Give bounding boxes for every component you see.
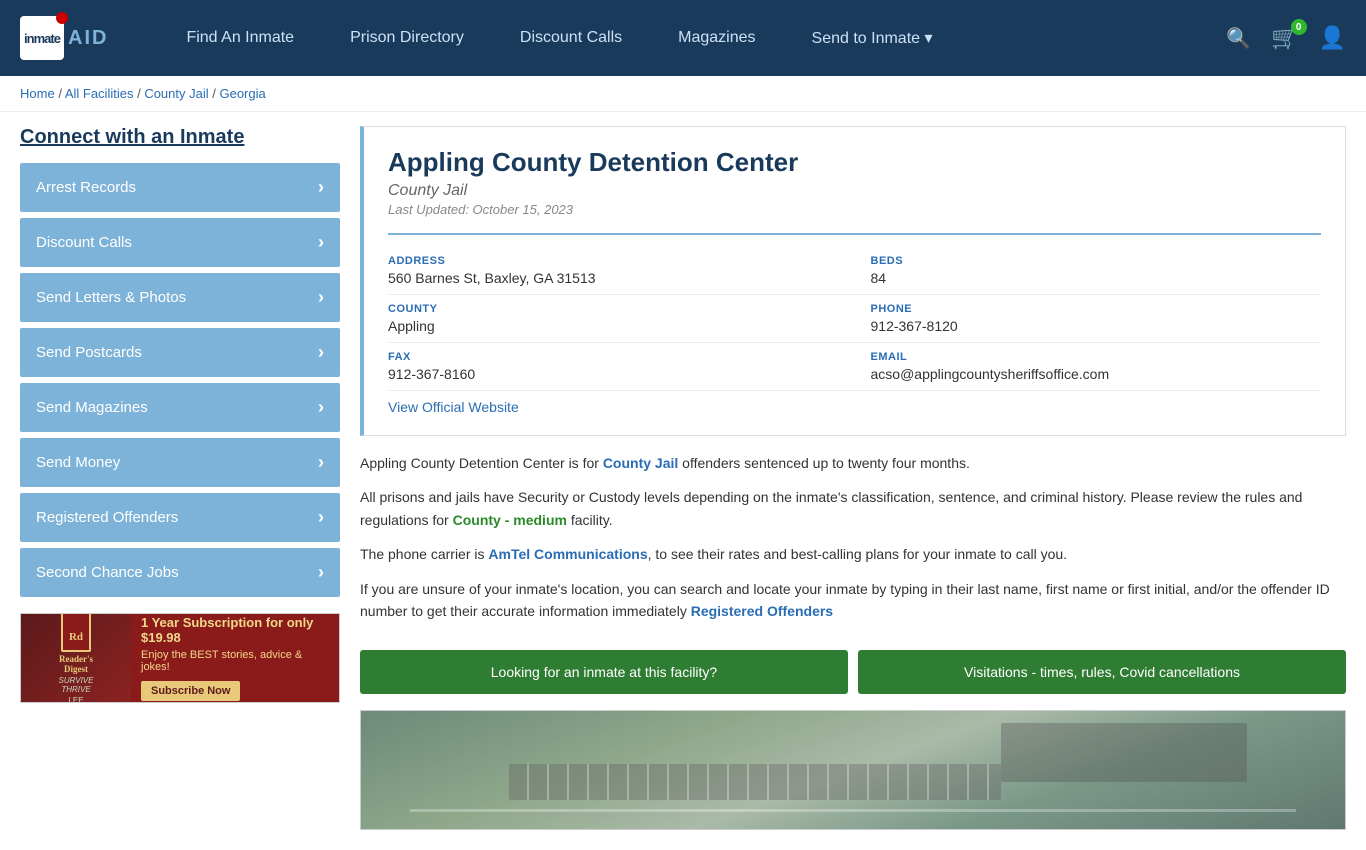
- fax-value: 912-367-8160: [388, 366, 855, 382]
- breadcrumb: Home / All Facilities / County Jail / Ge…: [0, 76, 1366, 112]
- desc-1-end: offenders sentenced up to twenty four mo…: [678, 455, 970, 471]
- cart-badge: 0: [1291, 19, 1307, 35]
- arrow-icon: ›: [318, 452, 324, 473]
- arrow-icon: ›: [318, 287, 324, 308]
- county-jail-link[interactable]: County Jail: [603, 455, 678, 471]
- phone-label: PHONE: [871, 303, 1322, 315]
- breadcrumb-county-jail[interactable]: County Jail: [144, 86, 208, 101]
- facility-name: Appling County Detention Center: [388, 147, 1321, 178]
- fax-label: FAX: [388, 351, 855, 363]
- sidebar-item-send-magazines[interactable]: Send Magazines ›: [20, 383, 340, 432]
- sidebar-item-discount-calls[interactable]: Discount Calls ›: [20, 218, 340, 267]
- visitations-cta-button[interactable]: Visitations - times, rules, Covid cancel…: [858, 650, 1346, 694]
- ad-subscribe-button[interactable]: Subscribe Now: [141, 681, 240, 701]
- discount-calls-link[interactable]: Discount Calls: [492, 29, 650, 47]
- nav-icons: 🔍 🛒 0 👤: [1226, 25, 1346, 51]
- logo[interactable]: inmate AID: [20, 16, 108, 60]
- desc-2-end: facility.: [567, 512, 613, 528]
- sidebar-item-second-chance-jobs[interactable]: Second Chance Jobs ›: [20, 548, 340, 597]
- user-icon[interactable]: 👤: [1319, 25, 1346, 51]
- county-label: COUNTY: [388, 303, 855, 315]
- address-value: 560 Barnes St, Baxley, GA 31513: [388, 270, 855, 286]
- nav-links: Find An Inmate Prison Directory Discount…: [158, 28, 1226, 48]
- sidebar-item-registered-offenders[interactable]: Registered Offenders ›: [20, 493, 340, 542]
- breadcrumb-all-facilities[interactable]: All Facilities: [65, 86, 134, 101]
- main-nav: inmate AID Find An Inmate Prison Directo…: [0, 0, 1366, 76]
- sidebar-item-label: Send Magazines: [36, 399, 148, 416]
- facility-type: County Jail: [388, 182, 1321, 200]
- arrow-icon: ›: [318, 507, 324, 528]
- sidebar-item-label: Arrest Records: [36, 179, 136, 196]
- county-value: Appling: [388, 318, 855, 334]
- sidebar-item-arrest-records[interactable]: Arrest Records ›: [20, 163, 340, 212]
- ad-subscription-text: 1 Year Subscription for only $19.98: [141, 615, 329, 645]
- beds-label: BEDS: [871, 255, 1322, 267]
- email-value: acso@applingcountysheriffsoffice.com: [871, 366, 1322, 382]
- desc-4-text: If you are unsure of your inmate's locat…: [360, 581, 1330, 619]
- county-medium-link[interactable]: County - medium: [453, 512, 567, 528]
- desc-3-end: , to see their rates and best-calling pl…: [648, 546, 1067, 562]
- facility-last-updated: Last Updated: October 15, 2023: [388, 202, 1321, 217]
- registered-offenders-link[interactable]: Registered Offenders: [691, 603, 833, 619]
- arrow-icon: ›: [318, 342, 324, 363]
- arrow-icon: ›: [318, 397, 324, 418]
- description-section: Appling County Detention Center is for C…: [360, 452, 1346, 650]
- sidebar-ad: Rd Reader'sDigest SURVIVETHRIVE LEE 1 Ye…: [20, 613, 340, 703]
- sidebar: Connect with an Inmate Arrest Records › …: [20, 126, 340, 830]
- email-label: EMAIL: [871, 351, 1322, 363]
- view-website-link[interactable]: View Official Website: [388, 399, 519, 415]
- magazines-link[interactable]: Magazines: [650, 29, 783, 47]
- amtel-link[interactable]: AmTel Communications: [488, 546, 647, 562]
- phone-value: 912-367-8120: [871, 318, 1322, 334]
- facility-card: Appling County Detention Center County J…: [360, 126, 1346, 436]
- arrow-icon: ›: [318, 232, 324, 253]
- sidebar-menu: Arrest Records › Discount Calls › Send L…: [20, 163, 340, 597]
- sidebar-title: Connect with an Inmate: [20, 126, 340, 149]
- arrow-icon: ›: [318, 177, 324, 198]
- desc-1-text: Appling County Detention Center is for: [360, 455, 603, 471]
- ad-tagline: Enjoy the BEST stories, advice & jokes!: [141, 649, 329, 673]
- facility-photo: [360, 710, 1346, 830]
- breadcrumb-home[interactable]: Home: [20, 86, 55, 101]
- find-inmate-link[interactable]: Find An Inmate: [158, 29, 322, 47]
- sidebar-item-label: Discount Calls: [36, 234, 132, 251]
- sidebar-item-send-money[interactable]: Send Money ›: [20, 438, 340, 487]
- arrow-icon: ›: [318, 562, 324, 583]
- cta-row: Looking for an inmate at this facility? …: [360, 650, 1346, 694]
- sidebar-item-label: Second Chance Jobs: [36, 564, 179, 581]
- find-inmate-cta-button[interactable]: Looking for an inmate at this facility?: [360, 650, 848, 694]
- beds-value: 84: [871, 270, 1322, 286]
- address-label: ADDRESS: [388, 255, 855, 267]
- sidebar-item-send-letters[interactable]: Send Letters & Photos ›: [20, 273, 340, 322]
- content-area: Appling County Detention Center County J…: [360, 126, 1346, 830]
- sidebar-item-label: Registered Offenders: [36, 509, 178, 526]
- desc-3-text: The phone carrier is: [360, 546, 488, 562]
- sidebar-item-label: Send Letters & Photos: [36, 289, 186, 306]
- prison-directory-link[interactable]: Prison Directory: [322, 29, 492, 47]
- send-to-inmate-link[interactable]: Send to Inmate ▾: [784, 28, 961, 48]
- sidebar-item-send-postcards[interactable]: Send Postcards ›: [20, 328, 340, 377]
- sidebar-item-label: Send Money: [36, 454, 120, 471]
- search-icon[interactable]: 🔍: [1226, 26, 1251, 51]
- sidebar-item-label: Send Postcards: [36, 344, 142, 361]
- breadcrumb-state[interactable]: Georgia: [219, 86, 265, 101]
